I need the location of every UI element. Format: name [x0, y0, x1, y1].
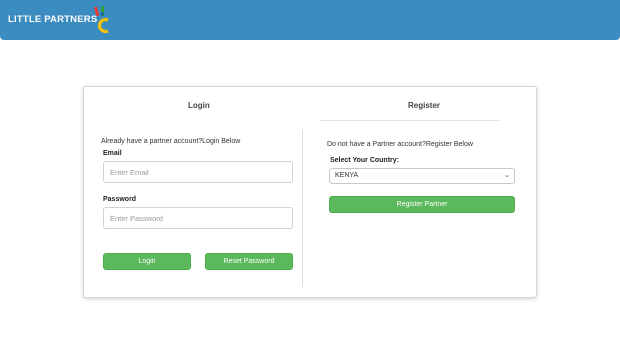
- country-label: Select Your Country:: [330, 157, 399, 164]
- login-button[interactable]: Login: [103, 253, 191, 270]
- country-select[interactable]: KENYA ⌄: [329, 168, 515, 184]
- password-field[interactable]: [103, 207, 293, 229]
- little-logo-icon[interactable]: [92, 5, 112, 35]
- register-intro-text: Do not have a Partner account?Register B…: [327, 141, 473, 148]
- email-label: Email: [103, 150, 122, 157]
- tab-register[interactable]: Register: [408, 101, 440, 110]
- reset-password-button[interactable]: Reset Password: [205, 253, 293, 270]
- country-select-value: KENYA: [335, 172, 359, 179]
- auth-panel: Login Register Already have a partner ac…: [83, 86, 537, 298]
- register-partner-button[interactable]: Register Partner: [329, 196, 515, 213]
- chevron-down-icon: ⌄: [504, 172, 510, 179]
- column-divider: [302, 130, 303, 287]
- login-intro-text: Already have a partner account?Login Bel…: [101, 138, 241, 145]
- brand-name[interactable]: LITTLE PARTNERS: [8, 14, 97, 25]
- email-field[interactable]: [103, 161, 293, 183]
- tab-login[interactable]: Login: [188, 101, 210, 110]
- password-label: Password: [103, 196, 137, 203]
- tab-underline: [320, 120, 500, 121]
- top-navbar: LITTLE PARTNERS: [0, 0, 620, 40]
